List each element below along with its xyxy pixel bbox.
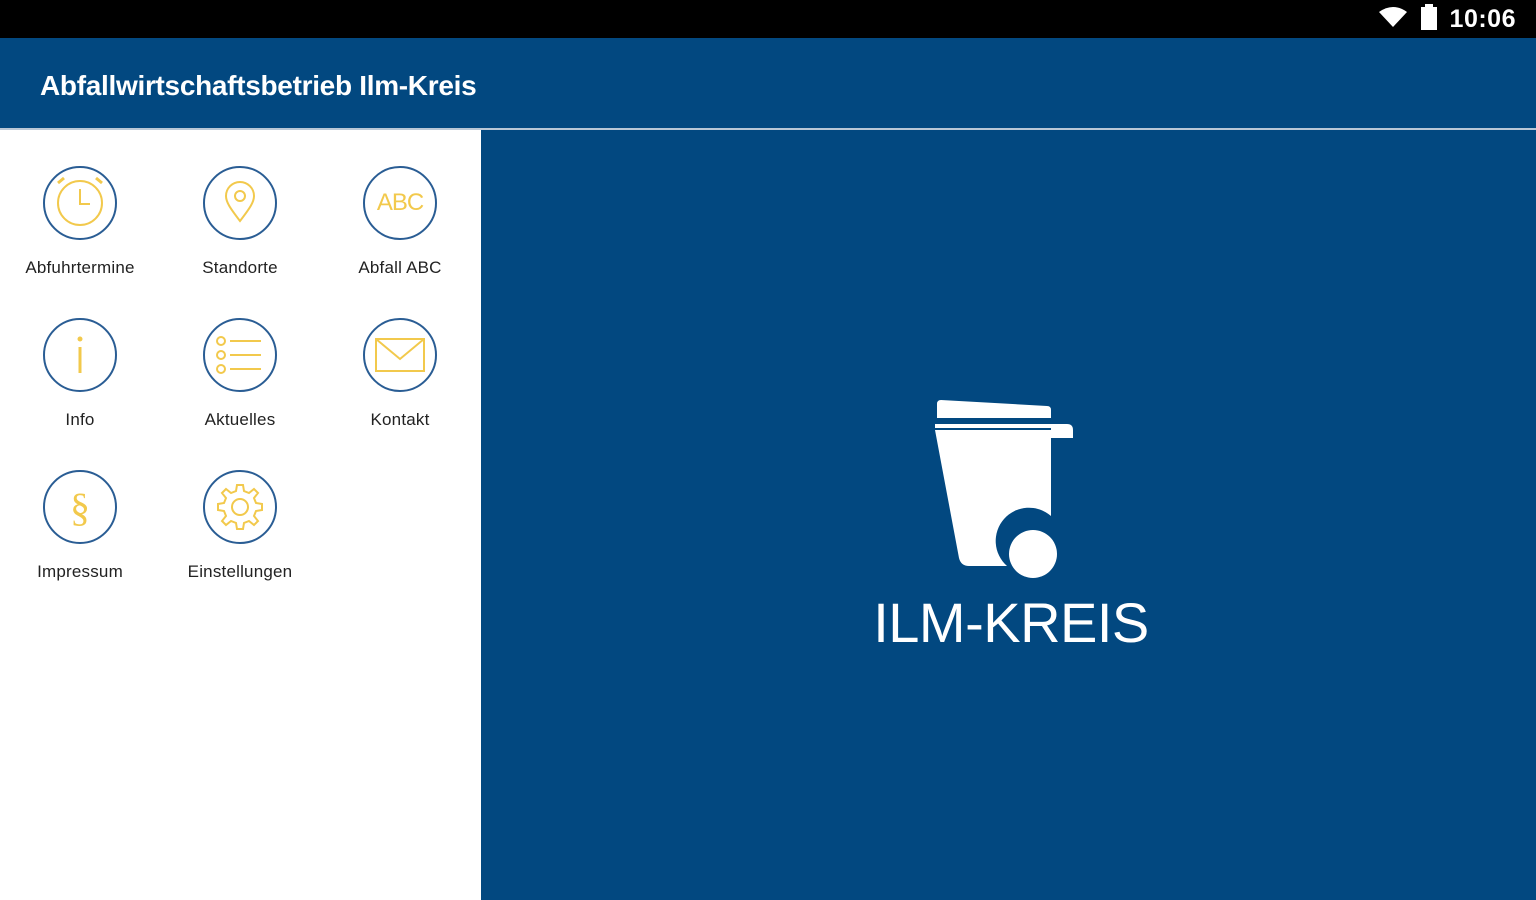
menu-item-label: Kontakt [370, 410, 430, 429]
menu-item-label: Aktuelles [204, 410, 276, 429]
abc-icon-text: ABC [376, 189, 424, 216]
menu-item-impressum[interactable]: § Impressum [0, 434, 160, 581]
hero-panel: ILM-KREIS [481, 130, 1536, 900]
logo: ILM-KREIS [861, 392, 1161, 662]
status-icons: 10:06 [1378, 0, 1516, 38]
menu-item-label: Einstellungen [187, 562, 293, 581]
menu-panel: Abfuhrtermine Standorte ABC Abfall ABC I… [0, 130, 481, 900]
menu-item-einstellungen[interactable]: Einstellungen [160, 434, 320, 581]
menu-item-abfuhrtermine[interactable]: Abfuhrtermine [0, 130, 160, 277]
menu-item-label: Impressum [37, 562, 123, 581]
menu-item-label: Abfall ABC [358, 258, 442, 277]
menu-item-aktuelles[interactable]: Aktuelles [160, 282, 320, 429]
alarm-clock-icon [43, 166, 117, 240]
gear-icon [203, 470, 277, 544]
info-icon [43, 318, 117, 392]
logo-text: ILM-KREIS [873, 591, 1149, 654]
envelope-icon [363, 318, 437, 392]
menu-item-standorte[interactable]: Standorte [160, 130, 320, 277]
wifi-icon [1378, 5, 1408, 34]
menu-item-label: Info [65, 410, 95, 429]
status-time: 10:06 [1449, 4, 1516, 33]
app-title: Abfallwirtschaftsbetrieb Ilm-Kreis [40, 70, 477, 101]
app-bar: Abfallwirtschaftsbetrieb Ilm-Kreis [0, 38, 1536, 130]
list-icon [203, 318, 277, 392]
abc-icon: ABC [363, 166, 437, 240]
status-bar: 10:06 [0, 0, 1536, 38]
battery-icon [1420, 3, 1438, 35]
paragraph-icon-text: § [70, 484, 90, 530]
menu-item-info[interactable]: Info [0, 282, 160, 429]
menu-item-label: Standorte [202, 258, 278, 277]
menu-item-kontakt[interactable]: Kontakt [320, 282, 480, 429]
location-pin-icon [203, 166, 277, 240]
paragraph-icon: § [43, 470, 117, 544]
menu-item-label: Abfuhrtermine [25, 258, 135, 277]
menu-item-abfall-abc[interactable]: ABC Abfall ABC [320, 130, 480, 277]
